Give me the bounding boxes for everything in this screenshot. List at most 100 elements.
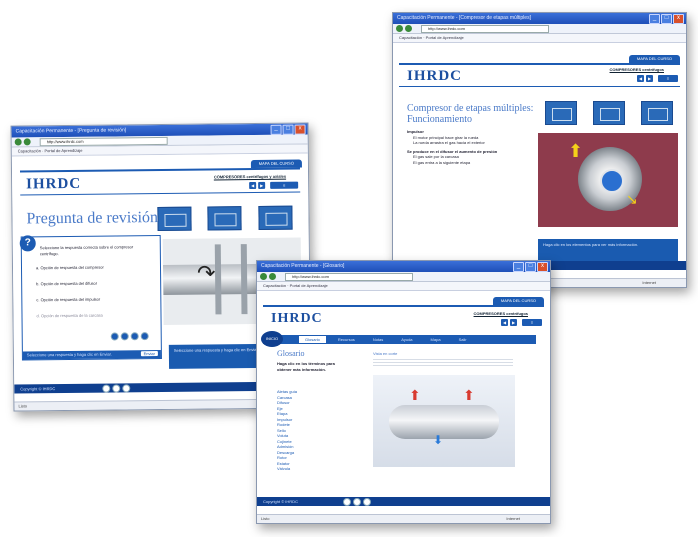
flow-arrow-icon-2: ↘ <box>626 191 638 207</box>
play-icon[interactable] <box>102 384 111 393</box>
next-page-button[interactable]: ▶ <box>646 75 653 82</box>
question-icon: ? <box>19 235 36 252</box>
close-button[interactable]: x <box>673 14 684 24</box>
menu-button[interactable]: ≡ <box>270 181 299 189</box>
bullet-list: Impulsor El motor principal hace girar l… <box>407 129 532 165</box>
stop-icon[interactable] <box>122 384 131 393</box>
maximize-button[interactable]: □ <box>282 124 294 135</box>
title-bar: Capacitación Permanente - [Glosario] _ □… <box>257 261 550 272</box>
control-dot-2[interactable] <box>120 332 129 341</box>
page-heading: Glosario <box>277 349 305 358</box>
footer-text: Copyright © IHRDC <box>20 386 56 392</box>
thumbnail-2[interactable] <box>207 206 242 231</box>
bullet-6: El gas entra a la siguiente etapa <box>413 159 471 165</box>
header-line <box>263 305 544 307</box>
course-map-button[interactable]: MAPA DEL CURSO <box>492 297 544 305</box>
control-dot-1[interactable] <box>110 332 119 341</box>
back-icon[interactable] <box>260 273 267 280</box>
rotation-arrow-icon: ↷ <box>196 260 216 286</box>
description-lines <box>373 357 513 367</box>
inlet-arrow-icon: ⬆ <box>409 387 421 403</box>
address-bar: http://www.ihrdc.com <box>257 272 550 282</box>
flow-arrow-icon: ⬇ <box>433 433 444 447</box>
minimize-button[interactable]: _ <box>513 262 524 272</box>
glossary-term[interactable]: Válvula <box>277 466 347 472</box>
home-badge[interactable]: INICIO <box>261 331 283 347</box>
close-button[interactable]: x <box>294 124 306 135</box>
info-panel: Haga clic en los elementos para ver más … <box>538 239 678 261</box>
back-icon[interactable] <box>14 138 22 146</box>
header-line <box>19 167 300 173</box>
stop-icon[interactable] <box>363 498 371 506</box>
answer-controls <box>110 332 149 341</box>
prev-page-button[interactable]: ◀ <box>501 319 508 326</box>
question-footer: Seleccione una respuesta y haga clic en … <box>22 350 161 360</box>
compressor-illustration: ⬆ ↘ <box>538 133 678 227</box>
tab-map[interactable]: Mapa <box>425 336 447 343</box>
url-input[interactable]: http://www.ihrdc.com <box>39 136 168 147</box>
answer-option-c[interactable]: c. Opción de respuesta del impulsor <box>36 296 152 303</box>
maximize-button[interactable]: □ <box>661 14 672 24</box>
minimize-button[interactable]: _ <box>649 14 660 24</box>
tab-help[interactable]: Ayuda <box>395 336 418 343</box>
exchanger-illustration: ⬆ ⬆ ⬇ <box>373 375 515 467</box>
prev-page-button[interactable]: ◀ <box>249 181 257 190</box>
title-bar: Capacitación Permanente - [Compresor de … <box>393 13 686 24</box>
ihrdc-logo: IHRDC <box>271 311 323 326</box>
tab-notes[interactable]: Notas <box>367 336 389 343</box>
submit-button[interactable]: Enviar <box>140 351 158 357</box>
answer-option-b[interactable]: b. Opción de respuesta del difusor <box>36 280 152 287</box>
url-input[interactable]: http://www.ihrdc.com <box>285 273 413 281</box>
control-dot-4[interactable] <box>140 332 149 341</box>
ihrdc-logo: IHRDC <box>26 175 82 193</box>
favorites-bar[interactable]: Capacitación · Portal de Aprendizaje <box>257 282 550 291</box>
ihrdc-logo: IHRDC <box>407 68 463 84</box>
play-icon[interactable] <box>343 498 351 506</box>
glossary-intro: Haga clic en los términos para obtener m… <box>277 361 335 372</box>
thumbnail-1[interactable] <box>157 206 192 232</box>
favorites-bar[interactable]: Capacitación · Portal de Aprendizaje <box>393 34 686 43</box>
browser-window-compressor: Capacitación Permanente - [Compresor de … <box>392 12 687 288</box>
tab-list: Glosario Recursos Notas Ayuda Mapa Salir <box>299 336 473 343</box>
next-page-button[interactable]: ▶ <box>510 319 517 326</box>
thumbnail-1[interactable] <box>545 101 577 125</box>
minimize-button[interactable]: _ <box>270 124 282 135</box>
url-input[interactable]: http://www.ihrdc.com <box>421 25 549 33</box>
control-dot-3[interactable] <box>130 332 139 341</box>
valve-plate-2 <box>240 244 248 315</box>
thumbnail-2[interactable] <box>593 101 625 125</box>
thumbnail-3[interactable] <box>641 101 673 125</box>
next-page-button[interactable]: ▶ <box>258 181 266 189</box>
menu-button[interactable]: ≡ <box>658 75 678 82</box>
answer-option-d[interactable]: d. Opción de respuesta de la carcasa <box>36 312 152 319</box>
forward-icon[interactable] <box>23 138 31 146</box>
tab-glossary[interactable]: Glosario <box>299 336 326 343</box>
status-text: Listo <box>18 403 27 409</box>
flow-arrow-icon: ⬆ <box>568 141 584 161</box>
tab-exit[interactable]: Salir <box>453 336 473 343</box>
maximize-button[interactable]: □ <box>525 262 536 272</box>
player-controls <box>343 498 371 506</box>
thumbnail-3[interactable] <box>258 205 293 230</box>
window-title: Capacitación Permanente - [Glosario] <box>261 263 345 269</box>
prev-page-button[interactable]: ◀ <box>637 75 644 82</box>
back-icon[interactable] <box>396 25 403 32</box>
bullet-3: La rueda arrastra el gas hacia el exteri… <box>413 140 485 145</box>
shell-shape <box>389 405 499 439</box>
heading-line-1: Compresor de etapas múltiples: <box>407 103 534 114</box>
menu-button[interactable]: ≡ <box>522 319 542 326</box>
status-bar: Listo Internet <box>257 514 550 523</box>
forward-icon[interactable] <box>405 25 412 32</box>
close-button[interactable]: x <box>537 262 548 272</box>
tab-resources[interactable]: Recursos <box>332 336 361 343</box>
question-panel: ? Seleccione la respuesta correcta sobre… <box>19 235 162 361</box>
course-map-button[interactable]: MAPA DEL CURSO <box>628 55 680 63</box>
pause-icon[interactable] <box>353 498 361 506</box>
footer-bar: Copyright © IHRDC <box>257 497 550 506</box>
question-hint: Seleccione una respuesta y haga clic en … <box>26 351 112 358</box>
answer-option-a[interactable]: a. Opción de respuesta del compresor <box>36 264 152 271</box>
pause-icon[interactable] <box>112 384 121 393</box>
page-heading: Pregunta de revisión <box>26 209 159 228</box>
page-heading: Compresor de etapas múltiples: Funcionam… <box>407 103 533 125</box>
forward-icon[interactable] <box>269 273 276 280</box>
